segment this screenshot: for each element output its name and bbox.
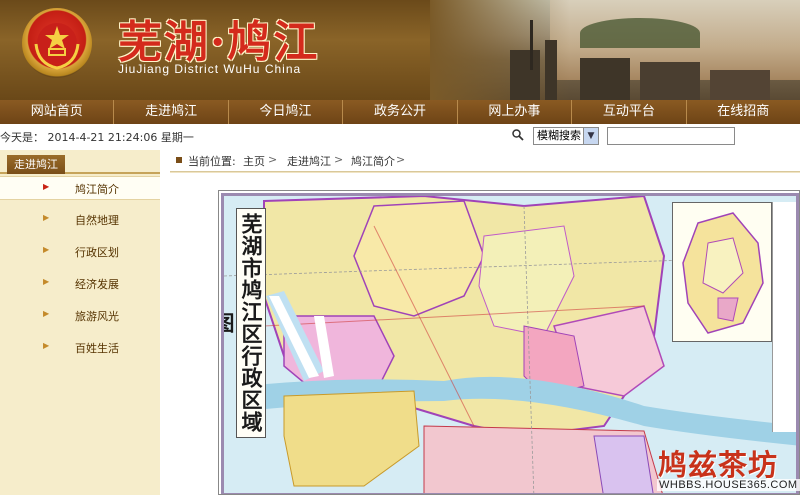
- info-bar: 今天是： 2014-4-21 21:24:06 星期一 模糊搜索 ▼: [0, 124, 800, 148]
- breadcrumb-separator-icon: >: [334, 153, 344, 166]
- sidebar-item-intro[interactable]: ▶ 鸠江简介: [0, 176, 160, 200]
- nav-today-jiujiang[interactable]: 今日鸠江: [229, 100, 344, 124]
- breadcrumb-home[interactable]: 主页: [243, 153, 265, 169]
- sidebar-item-life[interactable]: ▶ 百姓生活: [0, 336, 160, 360]
- search-mode-value: 模糊搜索: [537, 129, 581, 142]
- search-mode-select[interactable]: 模糊搜索 ▼: [533, 127, 599, 145]
- breadcrumb-current[interactable]: 鸠江简介: [351, 153, 395, 169]
- sidebar-item-geography[interactable]: ▶ 自然地理: [0, 208, 160, 232]
- sidebar-item-divisions[interactable]: ▶ 行政区划: [0, 240, 160, 264]
- main-nav: 网站首页 走进鸠江 今日鸠江 政务公开 网上办事 互动平台 在线招商: [0, 100, 800, 124]
- bullet-icon: ▶: [43, 309, 50, 318]
- watermark-logo: 鸠兹茶坊: [658, 448, 779, 482]
- date-label: 今天是： 2014-4-21 21:24:06 星期一: [0, 131, 194, 144]
- watermark-site: WHBBS.HOUSE365.COM: [657, 479, 800, 491]
- map-inset: [672, 202, 772, 342]
- breadcrumb-separator-icon: >: [396, 153, 406, 166]
- bullet-icon: ▶: [43, 245, 50, 254]
- bullet-icon: ▶: [43, 341, 50, 350]
- divider: [170, 172, 800, 173]
- nav-about-jiujiang[interactable]: 走进鸠江: [114, 100, 229, 124]
- bullet-icon: ▶: [43, 182, 50, 191]
- sidebar: 走进鸠江 ▶ 鸠江简介 ▶ 自然地理 ▶ 行政区划 ▶ 经济发展 ▶ 旅游风光 …: [0, 150, 160, 495]
- map-title: 芜湖市鸠江区行政区域图: [224, 208, 266, 438]
- bullet-icon: ▶: [43, 277, 50, 286]
- site-subtitle: JiuJiang District WuHu China: [118, 62, 302, 76]
- map-inset-label: [772, 202, 796, 432]
- sidebar-header: 走进鸠江: [0, 150, 160, 174]
- breadcrumb: 当前位置: 主页 > 走进鸠江 > 鸠江简介 >: [170, 150, 800, 172]
- breadcrumb-marker-icon: [176, 157, 182, 163]
- nav-government-affairs[interactable]: 政务公开: [343, 100, 458, 124]
- bullet-icon: ▶: [43, 213, 50, 222]
- nav-investment[interactable]: 在线招商: [687, 100, 800, 124]
- chevron-down-icon: ▼: [583, 128, 598, 144]
- breadcrumb-prefix: 当前位置:: [188, 155, 236, 168]
- sidebar-item-tourism[interactable]: ▶ 旅游风光: [0, 304, 160, 328]
- sidebar-item-economy[interactable]: ▶ 经济发展: [0, 272, 160, 296]
- search-icon[interactable]: [511, 128, 525, 142]
- national-emblem-icon: [22, 8, 92, 78]
- search-input[interactable]: [607, 127, 735, 145]
- nav-home[interactable]: 网站首页: [0, 100, 115, 124]
- nav-interaction[interactable]: 互动平台: [572, 100, 687, 124]
- site-header: 芜湖·鸠江 JiuJiang District WuHu China: [0, 0, 800, 100]
- sidebar-tab[interactable]: 走进鸠江: [7, 155, 65, 174]
- header-banner-photo: [430, 0, 800, 100]
- site-title: 芜湖·鸠江: [118, 17, 320, 68]
- breadcrumb-separator-icon: >: [268, 153, 278, 166]
- breadcrumb-about[interactable]: 走进鸠江: [287, 153, 331, 169]
- nav-online-services[interactable]: 网上办事: [458, 100, 573, 124]
- forum-watermark: 鸠兹茶坊 WHBBS.HOUSE365.COM: [652, 440, 800, 495]
